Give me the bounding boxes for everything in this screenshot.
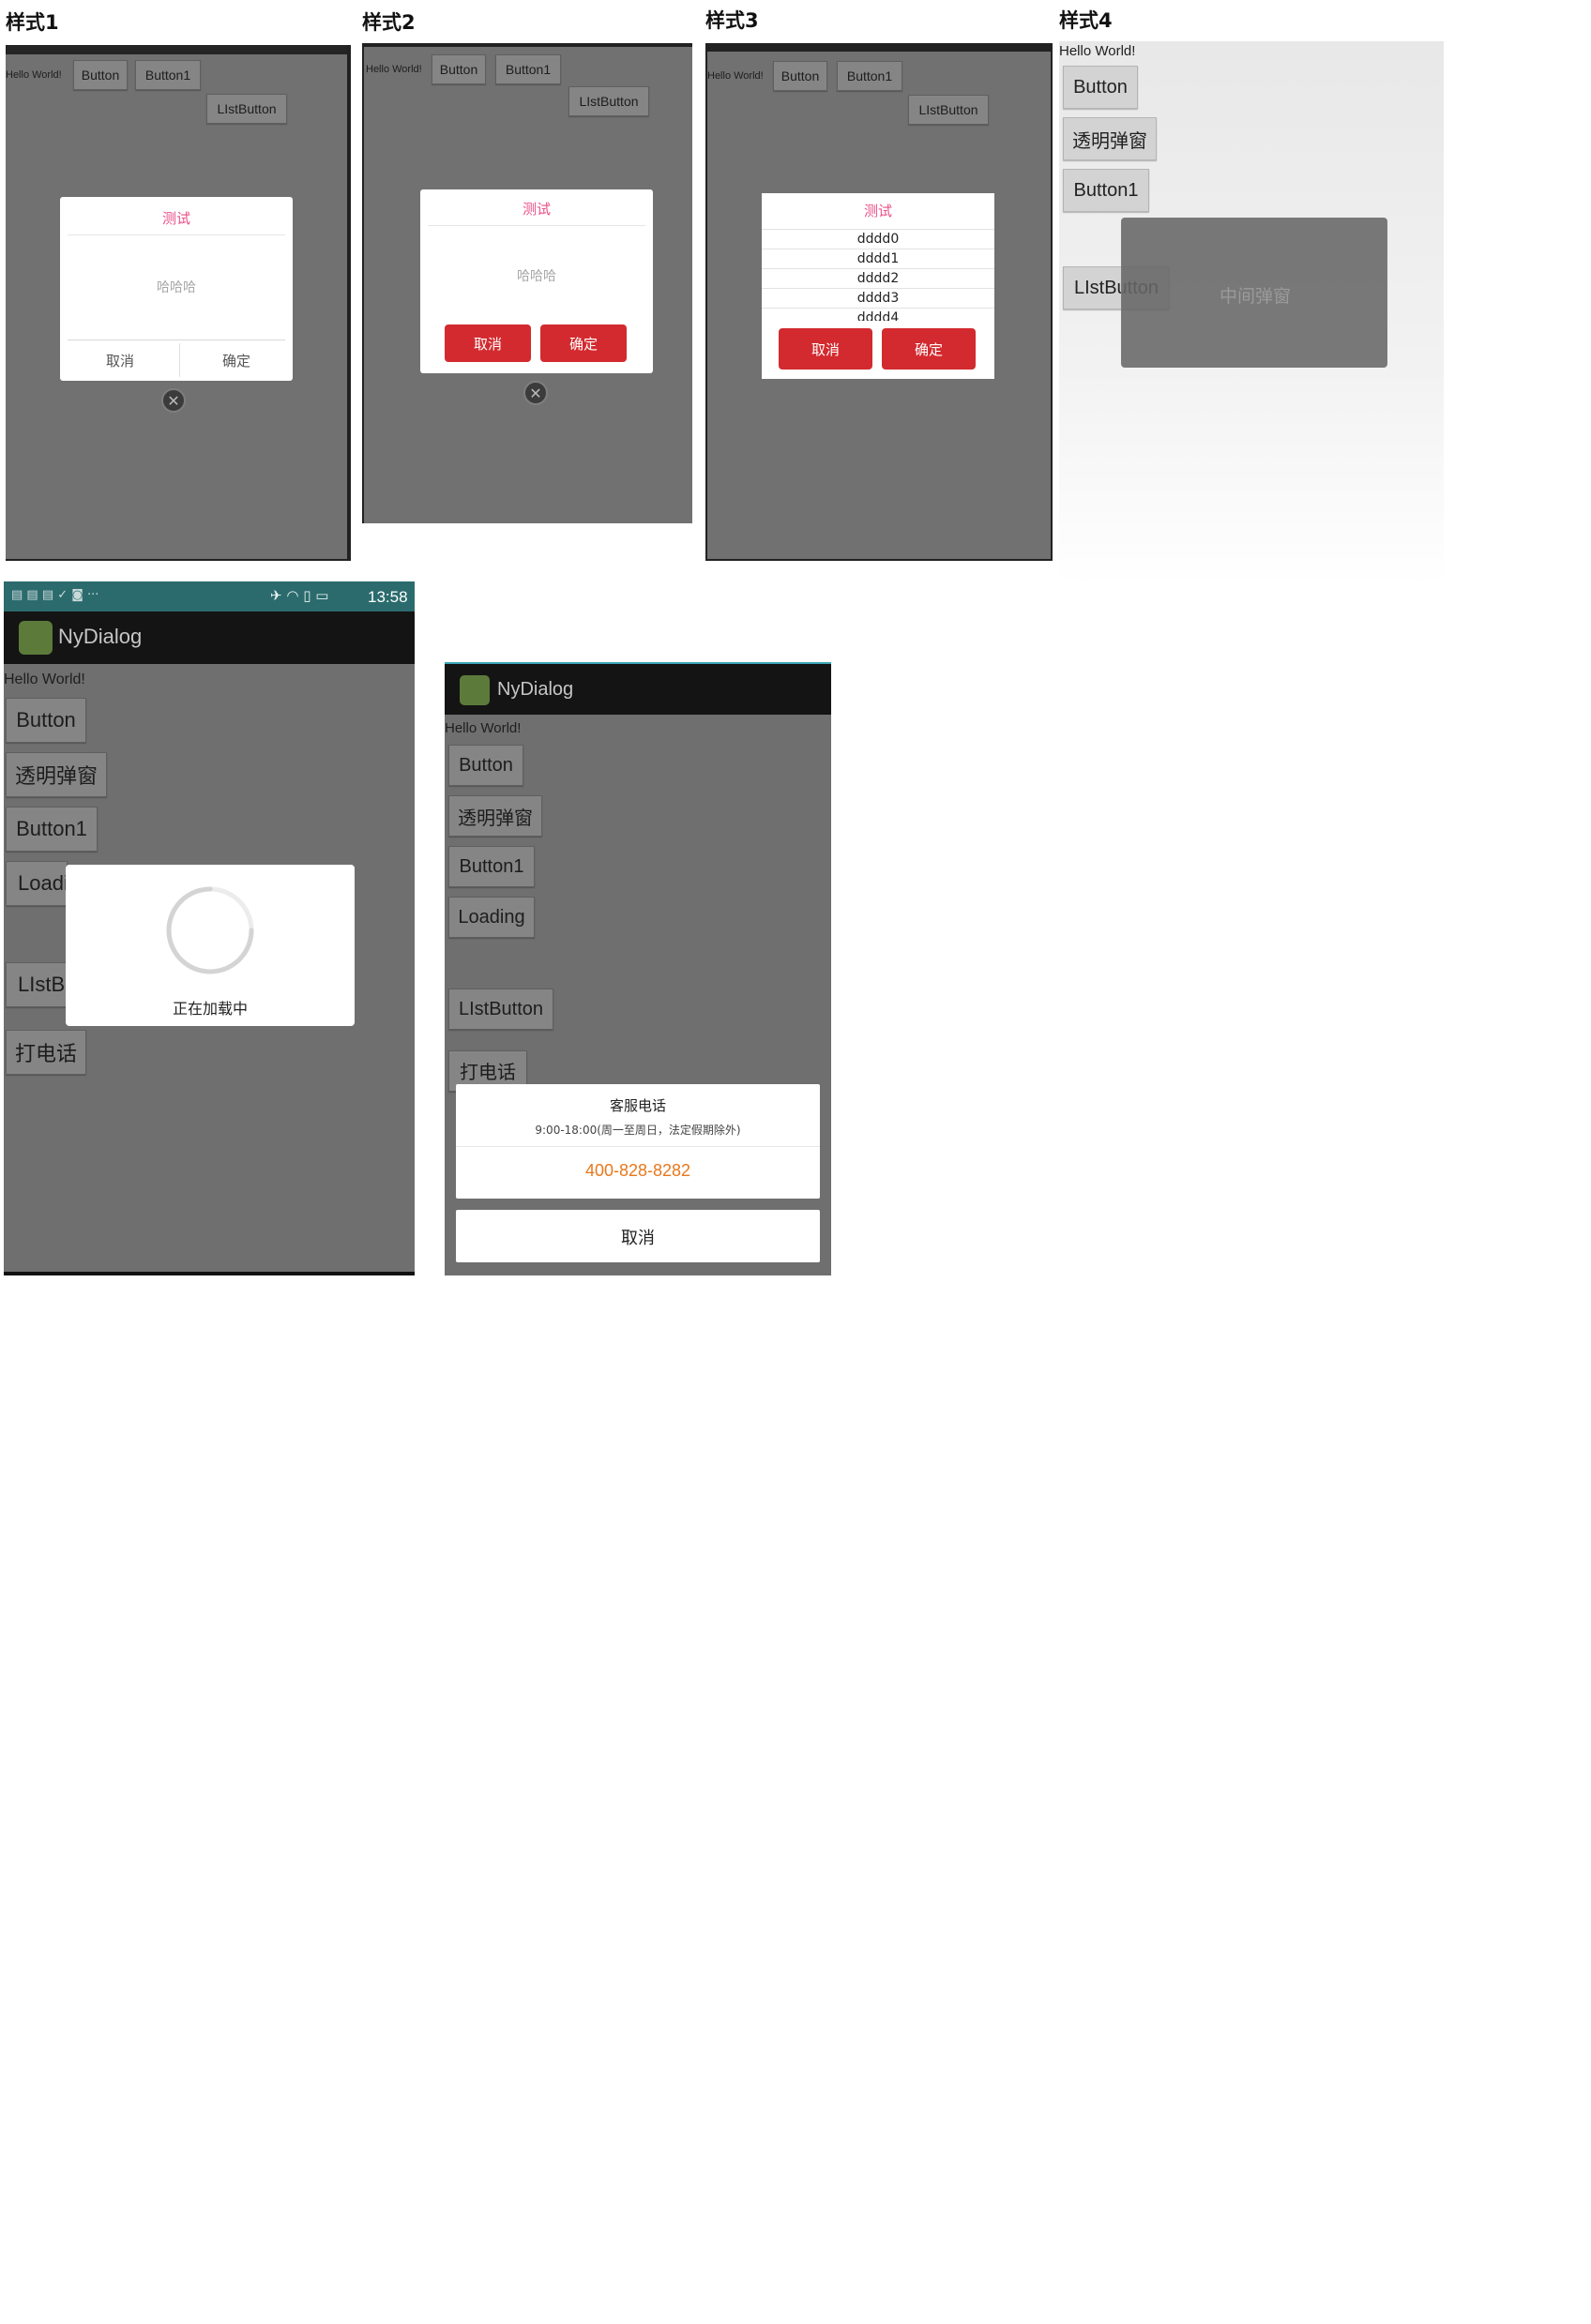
style-label-1: 样式1 xyxy=(6,11,59,34)
style-label-4: 样式4 xyxy=(1059,9,1113,32)
loading-screen: ▤ ▤ ▤ ✓ ◙ ··· ✈ ◠ ▯ ▭ 13:58 NyDialog Hel… xyxy=(4,581,415,1275)
app-toolbar: NyDialog xyxy=(4,611,415,664)
phone-sheet-loading-button[interactable]: Loading xyxy=(448,897,535,938)
style1-button[interactable]: Button xyxy=(73,60,128,90)
style1-cancel-button[interactable]: 取消 xyxy=(60,351,180,370)
phone-sheet-cancel-button[interactable]: 取消 xyxy=(456,1210,820,1262)
style2-list-button[interactable]: LIstButton xyxy=(568,86,649,116)
style3-cancel-button[interactable]: 取消 xyxy=(779,328,872,370)
style2-dialog-title: 测试 xyxy=(522,201,551,218)
list-item[interactable]: dddd0 xyxy=(762,229,994,249)
loading-button[interactable]: Button xyxy=(6,698,86,743)
style2-dialog-divider xyxy=(428,225,645,226)
style1-list-button[interactable]: LIstButton xyxy=(206,94,287,124)
phone-sheet-hours: 9:00-18:00(周一至周日，法定假期除外) xyxy=(535,1124,741,1137)
loading-loading-button[interactable]: Loadi xyxy=(6,861,68,906)
style1-button1[interactable]: Button1 xyxy=(135,60,201,90)
phone-sheet-app-title: NyDialog xyxy=(497,679,574,700)
style3-button[interactable]: Button xyxy=(773,61,827,91)
style2-button[interactable]: Button xyxy=(432,54,486,84)
style4-button1[interactable]: Button1 xyxy=(1063,169,1149,212)
style2-dialog: 测试 哈哈哈 取消 确定 xyxy=(420,189,653,373)
status-time: 13:58 xyxy=(368,588,408,606)
style1-dialog-message: 哈哈哈 xyxy=(157,280,196,295)
loading-list-button[interactable]: LIstBı xyxy=(6,962,70,1007)
style4-transparent-popup-button[interactable]: 透明弹窗 xyxy=(1063,117,1157,160)
phone-sheet-button[interactable]: Button xyxy=(448,745,523,786)
phone-sheet-title: 客服电话 xyxy=(609,1097,666,1114)
loading-spinner-icon xyxy=(166,886,254,974)
style4-button[interactable]: Button xyxy=(1063,66,1138,109)
style-label-2: 样式2 xyxy=(362,11,416,34)
style3-hello: Hello World! xyxy=(707,70,764,82)
style4-screen: Hello World! Button 透明弹窗 Button1 LIstBut… xyxy=(1059,41,1444,585)
style4-center-popup: 中间弹窗 xyxy=(1121,218,1387,368)
style1-screen: Hello World! Button Button1 LIstButton 测… xyxy=(6,45,351,561)
style3-dialog-title: 测试 xyxy=(863,203,892,219)
style1-close-icon[interactable]: ✕ xyxy=(161,388,186,413)
style3-list-button[interactable]: LIstButton xyxy=(908,95,989,125)
list-item[interactable]: dddd4 xyxy=(762,308,994,321)
phone-sheet-panel: 客服电话 9:00-18:00(周一至周日，法定假期除外) 400-828-82… xyxy=(456,1084,820,1199)
loading-button1[interactable]: Button1 xyxy=(6,807,98,852)
loading-text: 正在加载中 xyxy=(172,1000,248,1018)
style3-button1[interactable]: Button1 xyxy=(837,61,902,91)
phone-sheet-number[interactable]: 400-828-8282 xyxy=(456,1161,820,1181)
style3-list: dddd0 dddd1 dddd2 dddd3 dddd4 xyxy=(762,229,994,321)
status-bar: ▤ ▤ ▤ ✓ ◙ ··· ✈ ◠ ▯ ▭ 13:58 xyxy=(4,581,415,611)
style1-topbar xyxy=(6,45,347,54)
style2-dialog-message: 哈哈哈 xyxy=(517,269,556,284)
style2-close-icon[interactable]: ✕ xyxy=(523,381,548,405)
phone-sheet-toolbar: NyDialog xyxy=(445,662,831,715)
style4-hello: Hello World! xyxy=(1059,43,1136,59)
loading-hello: Hello World! xyxy=(4,672,85,687)
status-icons: ✈ ◠ ▯ ▭ xyxy=(270,587,329,604)
style2-hello: Hello World! xyxy=(366,64,422,75)
phone-sheet-transparent-popup-button[interactable]: 透明弹窗 xyxy=(448,795,542,837)
style3-screen: Hello World! Button Button1 LIstButton 测… xyxy=(705,43,1053,561)
phone-sheet-list-button[interactable]: LIstButton xyxy=(448,988,553,1030)
style4-center-popup-text: 中间弹窗 xyxy=(1219,286,1291,307)
list-item[interactable]: dddd1 xyxy=(762,249,994,268)
style1-confirm-button[interactable]: 确定 xyxy=(180,351,293,370)
style2-confirm-button[interactable]: 确定 xyxy=(540,324,627,362)
phone-sheet-button1[interactable]: Button1 xyxy=(448,846,535,887)
style1-dialog-title: 测试 xyxy=(161,210,190,227)
loading-call-button[interactable]: 打电话 xyxy=(6,1030,86,1075)
list-item[interactable]: dddd2 xyxy=(762,268,994,288)
phone-sheet-hello: Hello World! xyxy=(445,720,522,736)
style2-button1[interactable]: Button1 xyxy=(495,54,561,84)
style2-cancel-button[interactable]: 取消 xyxy=(445,324,531,362)
style3-dialog: 测试 dddd0 dddd1 dddd2 dddd3 dddd4 取消 确定 xyxy=(762,193,994,379)
loading-dialog: 正在加载中 xyxy=(66,865,355,1026)
style3-confirm-button[interactable]: 确定 xyxy=(882,328,976,370)
notification-icons: ▤ ▤ ▤ ✓ ◙ ··· xyxy=(11,588,99,602)
app-icon xyxy=(19,621,53,655)
style2-screen: Hello World! Button Button1 LIstButton 测… xyxy=(362,43,692,523)
style1-dialog-divider xyxy=(68,234,285,235)
loading-transparent-popup-button[interactable]: 透明弹窗 xyxy=(6,752,107,797)
style1-hello: Hello World! xyxy=(6,69,62,81)
list-item[interactable]: dddd3 xyxy=(762,288,994,308)
phone-sheet-divider xyxy=(456,1146,820,1147)
phone-sheet-cancel-label: 取消 xyxy=(621,1229,655,1248)
app-title: NyDialog xyxy=(58,625,143,648)
phone-sheet-app-icon xyxy=(460,675,490,705)
style1-dialog: 测试 哈哈哈 取消 确定 xyxy=(60,197,293,381)
style-label-3: 样式3 xyxy=(705,9,759,32)
phone-sheet-screen: NyDialog Hello World! Button 透明弹窗 Button… xyxy=(445,662,831,1275)
